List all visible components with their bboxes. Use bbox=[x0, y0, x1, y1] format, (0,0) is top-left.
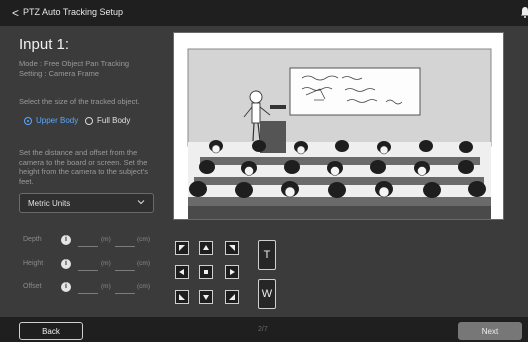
arrow-left-icon bbox=[179, 269, 184, 275]
title-bar: < PTZ Auto Tracking Setup bbox=[0, 0, 528, 26]
depth-m-field[interactable] bbox=[78, 246, 98, 247]
height-cm-field[interactable] bbox=[115, 270, 135, 271]
pan-up-right-button[interactable] bbox=[225, 241, 239, 255]
bell-icon[interactable] bbox=[520, 6, 528, 18]
unit-cm: (cm) bbox=[137, 260, 150, 267]
radio-full-body[interactable]: Full Body bbox=[85, 116, 130, 125]
arrow-right-icon bbox=[230, 269, 235, 275]
camera-frame-preview bbox=[173, 32, 504, 220]
depth-label: Depth bbox=[23, 236, 42, 243]
arrow-up-right-icon bbox=[229, 245, 235, 251]
arrow-down-left-icon bbox=[179, 294, 185, 300]
setting-line: Setting : Camera Frame bbox=[19, 69, 100, 78]
back-button[interactable]: Back bbox=[19, 322, 83, 340]
info-icon[interactable]: i bbox=[61, 282, 71, 292]
info-icon[interactable]: i bbox=[61, 235, 71, 245]
size-prompt: Select the size of the tracked object. bbox=[19, 97, 140, 106]
radio-label: Upper Body bbox=[36, 116, 79, 125]
units-select-value: Metric Units bbox=[28, 199, 71, 208]
pan-right-button[interactable] bbox=[225, 265, 239, 279]
pan-down-right-button[interactable] bbox=[225, 290, 239, 304]
offset-m-field[interactable] bbox=[78, 293, 98, 294]
page-indicator: 2/7 bbox=[258, 326, 268, 333]
depth-cm-field[interactable] bbox=[115, 246, 135, 247]
radio-unselected-icon bbox=[85, 116, 93, 125]
arrow-up-icon bbox=[203, 245, 209, 250]
arrow-down-icon bbox=[203, 295, 209, 300]
pan-left-button[interactable] bbox=[175, 265, 189, 279]
unit-m: (m) bbox=[101, 283, 111, 290]
next-button[interactable]: Next bbox=[458, 322, 522, 340]
tilt-down-button[interactable] bbox=[199, 290, 213, 304]
info-icon[interactable]: i bbox=[61, 259, 71, 269]
distance-instructions: Set the distance and offset from the cam… bbox=[19, 148, 148, 186]
pan-up-left-button[interactable] bbox=[175, 241, 189, 255]
units-select[interactable]: Metric Units bbox=[19, 193, 154, 213]
height-label: Height bbox=[23, 260, 44, 267]
tilt-up-button[interactable] bbox=[199, 241, 213, 255]
back-chevron-icon[interactable]: < bbox=[12, 6, 19, 20]
zoom-wide-button[interactable]: W bbox=[258, 279, 276, 309]
window-title: PTZ Auto Tracking Setup bbox=[23, 7, 124, 17]
square-stop-icon bbox=[204, 270, 208, 274]
arrow-up-left-icon bbox=[179, 245, 185, 251]
zoom-tele-button[interactable]: T bbox=[258, 240, 276, 270]
height-m-field[interactable] bbox=[78, 270, 98, 271]
offset-label: Offset bbox=[23, 283, 42, 290]
unit-cm: (cm) bbox=[137, 236, 150, 243]
arrow-down-right-icon bbox=[229, 294, 235, 300]
mode-line: Mode : Free Object Pan Tracking bbox=[19, 59, 130, 68]
radio-upper-body[interactable]: Upper Body bbox=[24, 116, 78, 125]
chevron-down-icon bbox=[137, 200, 145, 205]
mode-info: Mode : Free Object Pan Tracking Setting … bbox=[19, 59, 159, 79]
unit-m: (m) bbox=[101, 260, 111, 267]
radio-label: Full Body bbox=[97, 116, 131, 125]
offset-cm-field[interactable] bbox=[115, 293, 135, 294]
radio-selected-icon bbox=[24, 116, 32, 125]
unit-m: (m) bbox=[101, 236, 111, 243]
unit-cm: (cm) bbox=[137, 283, 150, 290]
classroom-illustration bbox=[174, 33, 503, 219]
page-title: Input 1: bbox=[19, 36, 70, 53]
home-position-button[interactable] bbox=[199, 265, 213, 279]
pan-down-left-button[interactable] bbox=[175, 290, 189, 304]
